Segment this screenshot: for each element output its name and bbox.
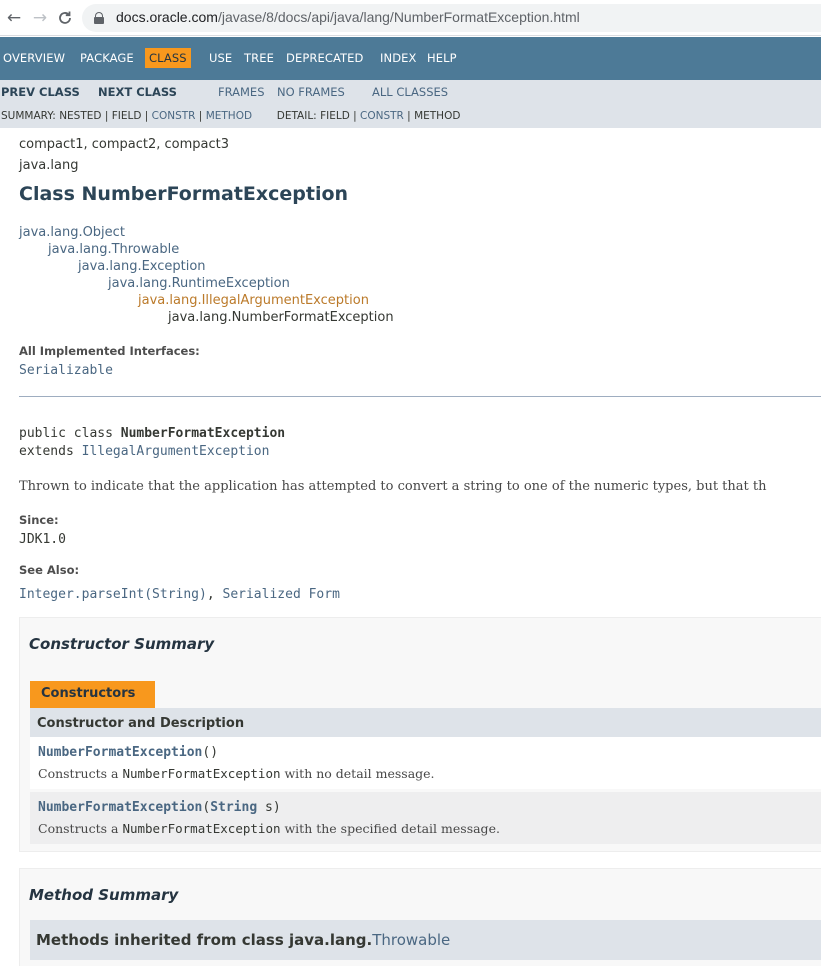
extends-prefix: extends	[19, 444, 82, 459]
no-frames-link[interactable]: NO FRAMES	[277, 85, 345, 99]
back-arrow-icon[interactable]: ←	[2, 6, 26, 30]
section-divider	[19, 396, 821, 397]
sub-navbar: PREV CLASS NEXT CLASS FRAMES NO FRAMES A…	[0, 80, 821, 128]
detail-field: FIELD	[320, 110, 350, 122]
method-summary-title: Method Summary	[29, 886, 179, 904]
constructor-signature: NumberFormatException(String s)	[38, 800, 281, 815]
frames-link[interactable]: FRAMES	[218, 85, 265, 99]
nav-deprecated[interactable]: DEPRECATED	[286, 51, 363, 65]
page-title: Class NumberFormatException	[19, 183, 349, 205]
param-name: s	[257, 800, 273, 815]
see-also-label: See Also:	[19, 563, 80, 577]
desc-suffix: with no detail message.	[280, 766, 435, 781]
inherit-throwable-link[interactable]: java.lang.Throwable	[48, 242, 179, 257]
detail-constr-link[interactable]: CONSTR	[360, 110, 404, 122]
table-row: NumberFormatException() Constructs a Num…	[30, 737, 821, 789]
detail-label: DETAIL:	[276, 110, 317, 122]
parseint-link[interactable]: Integer.parseInt(String)	[19, 587, 207, 602]
throwable-link[interactable]: Throwable	[372, 931, 450, 949]
url-path: /javase/8/docs/api/java/lang/NumberForma…	[217, 9, 580, 25]
detail-method: METHOD	[414, 110, 461, 122]
class-declaration: public class NumberFormatException	[19, 426, 285, 441]
url-text: docs.oracle.com/javase/8/docs/api/java/l…	[116, 9, 580, 25]
nav-class[interactable]: CLASS	[145, 48, 191, 68]
params-close: )	[272, 800, 281, 815]
reload-icon[interactable]	[53, 6, 77, 30]
summary-label: SUMMARY:	[1, 110, 56, 122]
inherit-exception-link[interactable]: java.lang.Exception	[78, 259, 206, 274]
params-close: )	[210, 745, 219, 760]
decl-prefix: public class	[19, 426, 121, 441]
inherit-object-link[interactable]: java.lang.Object	[19, 225, 125, 240]
inherited-methods-header: Methods inherited from class java.lang.T…	[30, 920, 821, 960]
since-label: Since:	[19, 513, 59, 527]
inherit-runtimeexception-link[interactable]: java.lang.RuntimeException	[108, 276, 290, 291]
class-description: Thrown to indicate that the application …	[19, 479, 767, 494]
prev-class-link[interactable]: PREV CLASS	[1, 85, 80, 99]
nav-tree[interactable]: TREE	[244, 51, 274, 65]
desc-prefix: Constructs a	[38, 766, 123, 781]
summary-field: FIELD	[111, 110, 142, 122]
summary-method-link[interactable]: METHOD	[206, 110, 252, 122]
constructors-tab: Constructors	[30, 681, 155, 708]
constructor-description: Constructs a NumberFormatException with …	[38, 766, 435, 781]
inherited-methods-label: Methods inherited from class java.lang.T…	[36, 931, 450, 949]
serialized-form-link[interactable]: Serialized Form	[223, 587, 340, 602]
address-bar[interactable]: docs.oracle.com/javase/8/docs/api/java/l…	[82, 4, 821, 32]
nav-use[interactable]: USE	[209, 51, 232, 65]
since-value: JDK1.0	[19, 532, 66, 547]
param-type-link[interactable]: String	[210, 800, 257, 815]
serializable-link[interactable]: Serializable	[19, 363, 113, 378]
desc-code: NumberFormatException	[122, 821, 281, 836]
constructor-summary-title: Constructor Summary	[29, 635, 215, 653]
nav-help[interactable]: HELP	[427, 51, 457, 65]
nav-overview[interactable]: OVERVIEW	[3, 51, 65, 65]
browser-toolbar: ← → docs.oracle.com/javase/8/docs/api/ja…	[0, 0, 821, 36]
url-host: docs.oracle.com	[116, 9, 218, 25]
top-navbar: OVERVIEW PACKAGE CLASS USE TREE DEPRECAT…	[0, 37, 821, 80]
table-row: NumberFormatException(String s) Construc…	[30, 792, 821, 844]
nav-index[interactable]: INDEX	[380, 51, 417, 65]
desc-suffix: with the specified detail message.	[280, 821, 500, 836]
desc-prefix: Constructs a	[38, 821, 123, 836]
forward-arrow-icon[interactable]: →	[28, 6, 52, 30]
package-label: java.lang	[19, 158, 79, 173]
summary-constr-link[interactable]: CONSTR	[152, 110, 196, 122]
constructor-link[interactable]: NumberFormatException	[38, 800, 202, 815]
constructor-column-header: Constructor and Description	[30, 708, 821, 737]
constructor-description: Constructs a NumberFormatException with …	[38, 821, 500, 836]
all-classes-link[interactable]: ALL CLASSES	[372, 85, 448, 99]
see-also-links: Integer.parseInt(String), Serialized For…	[19, 583, 340, 602]
lock-icon	[94, 12, 104, 24]
constructor-signature: NumberFormatException()	[38, 745, 218, 760]
inherit-current-class: java.lang.NumberFormatException	[168, 310, 394, 325]
profiles-label: compact1, compact2, compact3	[19, 137, 230, 152]
summary-detail-row: SUMMARY: NESTED | FIELD | CONSTR | METHO…	[1, 110, 461, 122]
next-class-link[interactable]: NEXT CLASS	[98, 85, 177, 99]
desc-code: NumberFormatException	[122, 766, 281, 781]
summary-nested: NESTED	[59, 110, 102, 122]
constructor-link[interactable]: NumberFormatException	[38, 745, 202, 760]
inherited-prefix: Methods inherited from class java.lang.	[36, 931, 373, 949]
nav-package[interactable]: PACKAGE	[80, 51, 134, 65]
inherit-illegalargument-link[interactable]: java.lang.IllegalArgumentException	[138, 293, 369, 308]
interfaces-label: All Implemented Interfaces:	[19, 344, 200, 358]
see-also-separator: ,	[206, 587, 223, 602]
extends-link[interactable]: IllegalArgumentException	[82, 444, 270, 459]
extends-declaration: extends IllegalArgumentException	[19, 444, 269, 459]
decl-class-name: NumberFormatException	[120, 426, 286, 441]
